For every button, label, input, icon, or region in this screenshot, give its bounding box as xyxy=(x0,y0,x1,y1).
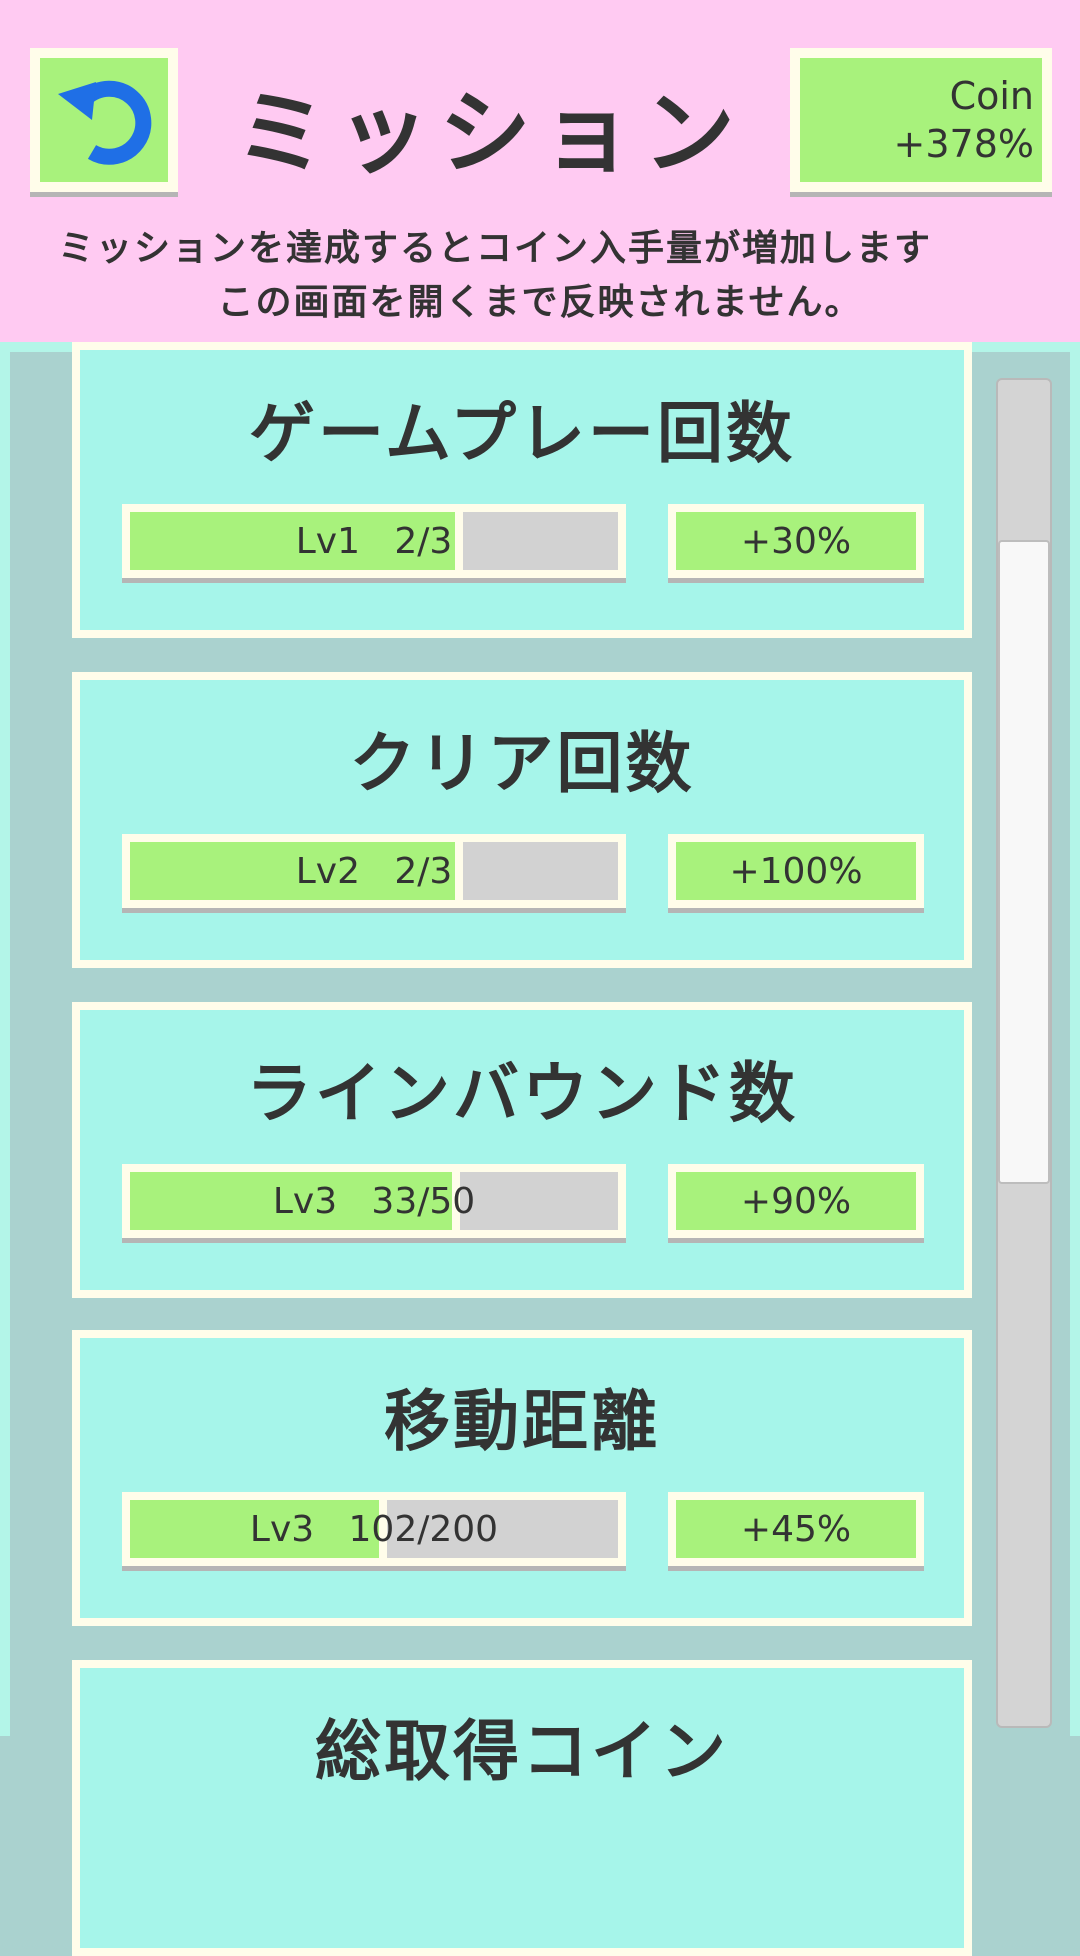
coin-bonus-value: +378% xyxy=(893,122,1034,166)
scrollbar-thumb[interactable] xyxy=(998,540,1050,1184)
mission-bonus: +45% xyxy=(668,1492,924,1566)
bonus-value: +45% xyxy=(676,1500,916,1558)
progress-label: Lv3 102/200 xyxy=(249,1508,499,1550)
mission-card: 総取得コイン xyxy=(72,1660,972,1956)
mission-title: 移動距離 xyxy=(384,1383,660,1460)
mission-list[interactable]: ゲームプレー回数 Lv1 2/3 +30% クリア回数 Lv2 2/3 +100… xyxy=(10,342,1070,1956)
mission-title: ゲームプレー回数 xyxy=(248,395,796,472)
description-line-1: ミッションを達成するとコイン入手量が増加します xyxy=(57,228,932,269)
mission-bonus: +90% xyxy=(668,1164,924,1238)
bonus-value: +100% xyxy=(676,842,916,900)
mission-bonus: +100% xyxy=(668,834,924,908)
coin-bonus-box: Coin +378% xyxy=(790,48,1052,192)
scrollbar[interactable] xyxy=(996,378,1052,1728)
header: ミッション Coin +378% ミッションを達成するとコイン入手量が増加します… xyxy=(0,0,1080,342)
mission-progress-bar: Lv2 2/3 xyxy=(122,834,626,908)
mission-card: 移動距離 Lv3 102/200 +45% xyxy=(72,1330,972,1626)
back-button-face[interactable] xyxy=(40,58,168,182)
back-button[interactable] xyxy=(30,48,178,192)
bonus-value: +90% xyxy=(676,1172,916,1230)
mission-progress-bar: Lv3 33/50 xyxy=(122,1164,626,1238)
description-line-2: この画面を開くまで反映されません。 xyxy=(217,282,863,323)
progress-label: Lv1 2/3 xyxy=(295,520,453,562)
progress-label: Lv2 2/3 xyxy=(295,850,453,892)
page-title: ミッション xyxy=(234,79,745,187)
undo-arrow-icon xyxy=(58,80,152,165)
mission-bonus: +30% xyxy=(668,504,924,578)
mission-title: クリア回数 xyxy=(349,725,695,802)
description: ミッションを達成するとコイン入手量が増加します この画面を開くまで反映されません… xyxy=(0,222,1080,330)
mission-progress-bar: Lv1 2/3 xyxy=(122,504,626,578)
mission-card: クリア回数 Lv2 2/3 +100% xyxy=(72,672,972,968)
mission-card: ラインバウンド数 Lv3 33/50 +90% xyxy=(72,1002,972,1298)
progress-label: Lv3 33/50 xyxy=(272,1180,476,1222)
mission-title: 総取得コイン xyxy=(315,1713,729,1790)
bonus-value: +30% xyxy=(676,512,916,570)
mission-title: ラインバウンド数 xyxy=(246,1055,798,1132)
coin-label: Coin xyxy=(949,74,1034,118)
mission-progress-bar: Lv3 102/200 xyxy=(122,1492,626,1566)
mission-card: ゲームプレー回数 Lv1 2/3 +30% xyxy=(72,342,972,638)
